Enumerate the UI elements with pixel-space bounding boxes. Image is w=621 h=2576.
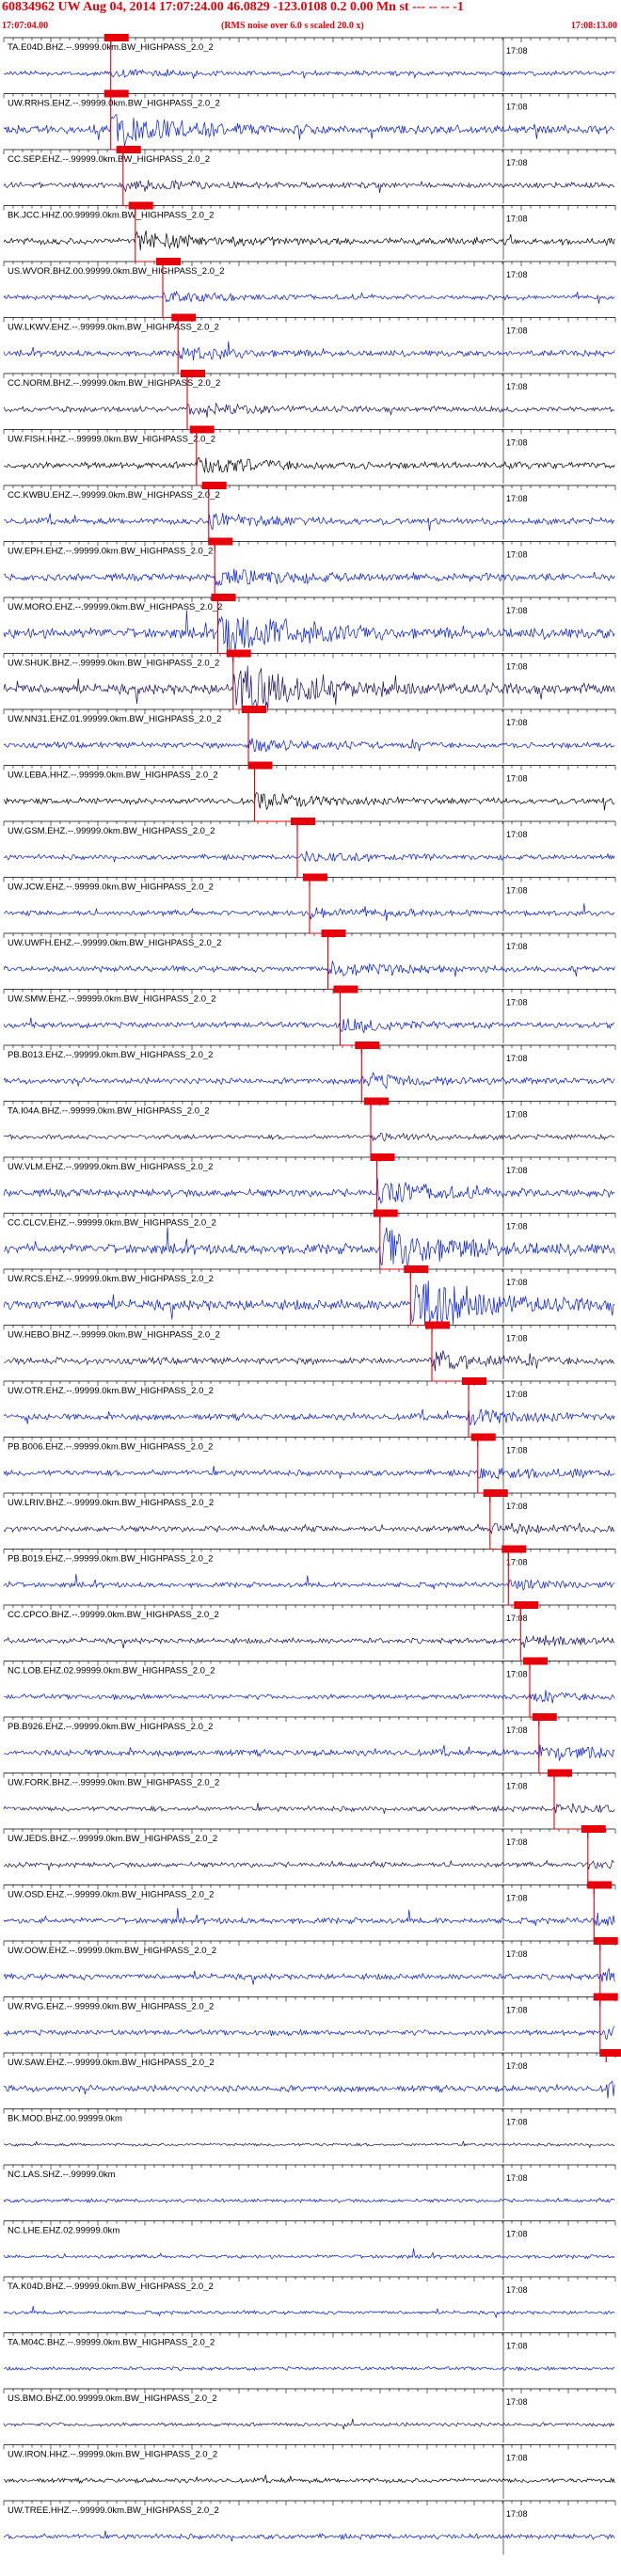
pick-moveout-line [110, 38, 607, 2054]
pick-moveout-path [110, 38, 607, 2054]
